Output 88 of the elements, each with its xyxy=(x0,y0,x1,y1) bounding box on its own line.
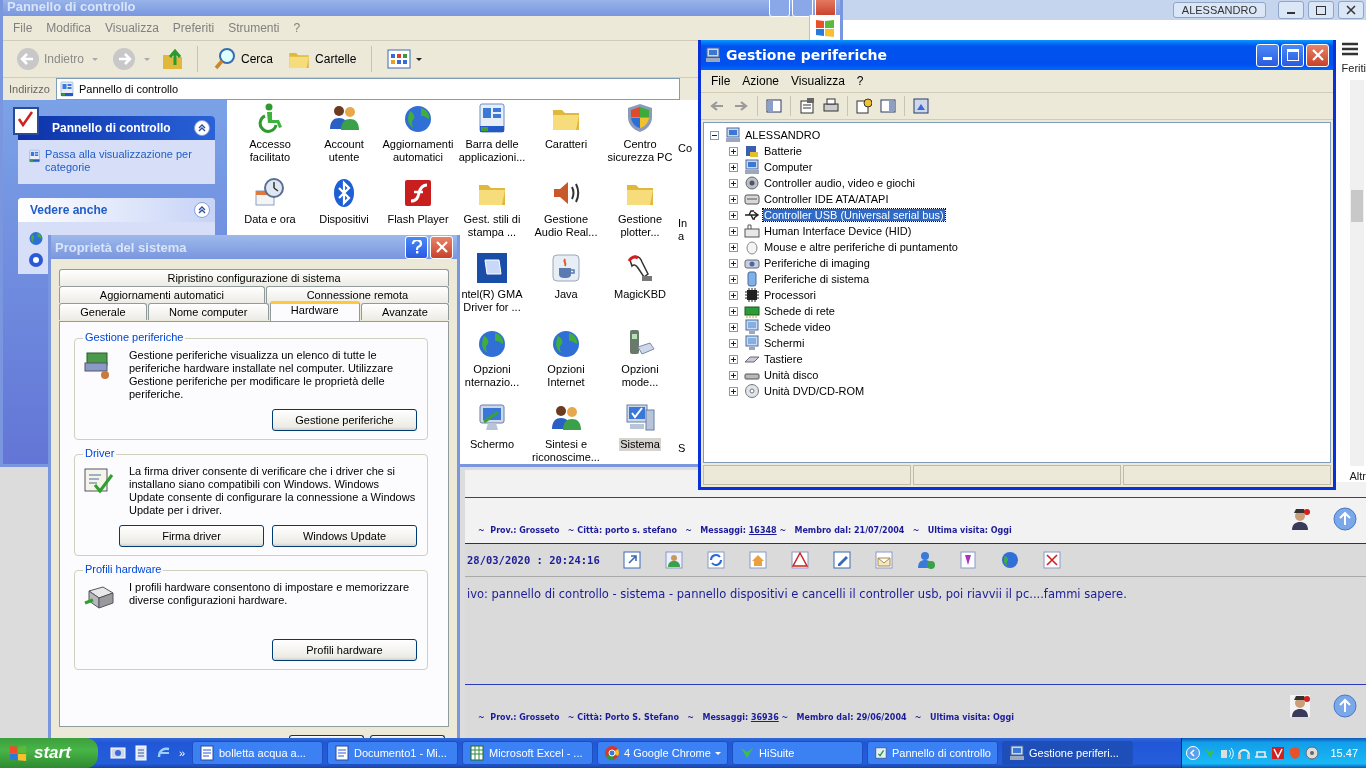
tree-item[interactable]: Tastiere xyxy=(763,353,804,365)
taskbar-button[interactable]: Gestione periferi... xyxy=(1002,741,1133,765)
control-panel-item[interactable]: Aggiornamenti automatici xyxy=(381,138,455,164)
control-panel-item[interactable]: Caratteri xyxy=(543,138,589,151)
tree-item[interactable]: Unità disco xyxy=(763,369,820,381)
clock: 15.47 xyxy=(1330,747,1358,759)
control-panel-item[interactable]: Co xyxy=(677,142,693,155)
group-title: Profili hardware xyxy=(83,563,164,575)
group-title: Driver xyxy=(83,447,117,459)
tab[interactable]: Avanzate xyxy=(360,303,449,320)
user-button[interactable]: ALESSANDRO xyxy=(1172,2,1266,18)
group-description: I profili hardware consentono di impostare e memorizzare diverse configurazioni hardware. xyxy=(129,581,411,608)
control-panel-item[interactable]: Dispositivi xyxy=(318,213,370,226)
tree-item[interactable]: Mouse e altre periferiche di puntamento xyxy=(763,241,959,253)
control-panel-item[interactable]: Account utente xyxy=(307,138,381,164)
control-panel-item[interactable]: Gestione plotter... xyxy=(603,213,677,239)
post-message: ivo: pannello di controllo - sistema - pannello dispositivi e cancelli il controller usb, poi riavvii il pc....fammi sapere. xyxy=(466,586,1128,601)
tab[interactable]: Nome computer xyxy=(147,303,269,320)
tree-item[interactable]: Controller IDE ATA/ATAPI xyxy=(763,193,890,205)
tree-item[interactable]: Periferiche di imaging xyxy=(763,257,871,269)
dialog-button[interactable]: Gestione periferiche xyxy=(272,409,417,431)
control-panel-item[interactable]: Sistema xyxy=(619,438,661,451)
control-panel-item[interactable]: Java xyxy=(553,288,579,301)
task-link[interactable]: Passa alla visualizzazione per categorie xyxy=(45,148,205,174)
control-panel-item[interactable]: Opzioni Internet xyxy=(529,363,603,389)
taskbar-button[interactable]: Documento1 - Mi... xyxy=(327,741,458,765)
group-title: Gestione periferiche xyxy=(83,331,186,343)
group-description: Gestione periferiche visualizza un elenco di tutte le periferiche hardware installate nel computer. Utilizzare Gestione periferiche per modificare le proprietà delle periferiche. xyxy=(129,349,395,401)
taskbar-button[interactable]: Microsoft Excel - ... xyxy=(462,741,593,765)
control-panel-item[interactable]: Schermo xyxy=(469,438,515,451)
dialog-button[interactable]: Windows Update xyxy=(272,525,417,547)
taskbar-button[interactable]: 4 Google Chrome xyxy=(597,741,728,765)
tree-item[interactable]: ALESSANDRO xyxy=(744,129,822,141)
member-info: ~ Prov.: Grosseto ~ Città: porto s. stefano ~ Messaggi: 16348 ~ Membro dal: 21/07/2004 ~ Ultima visita: Oggi xyxy=(478,526,1012,535)
control-panel-item[interactable]: Centro sicurezza PC xyxy=(603,138,677,164)
tree-item[interactable]: Schede di rete xyxy=(763,305,836,317)
control-panel-item[interactable]: S xyxy=(677,442,693,455)
control-panel-item[interactable]: Flash Player xyxy=(386,213,450,226)
control-panel-item[interactable]: MagicKBD xyxy=(613,288,667,301)
tab[interactable]: Aggiornamenti automatici xyxy=(59,286,265,303)
control-panel-item[interactable]: Gest. stili di stampa ... xyxy=(455,213,529,239)
message-count-link[interactable]: 36936 xyxy=(750,713,779,722)
control-panel-item[interactable]: Accesso facilitato xyxy=(233,138,307,164)
folders-button[interactable]: Cartelle xyxy=(284,45,360,73)
menu-item[interactable]: Azione xyxy=(742,74,780,88)
menu-item[interactable]: File xyxy=(711,74,731,88)
dialog-button[interactable]: Profili hardware xyxy=(272,639,417,661)
address-label: Indirizzo xyxy=(9,83,50,95)
side-label: Feriti xyxy=(1341,62,1366,74)
group-description: La firma driver consente di verificare che i driver che si installano siano compatibili con Windows. Windows Update consente di configurare la connessione a Windows Update per i driver. xyxy=(129,465,417,517)
taskbar-button[interactable]: bolletta acqua a... xyxy=(192,741,323,765)
tree-item[interactable]: Human Interface Device (HID) xyxy=(763,225,913,237)
tree-item[interactable]: Schede video xyxy=(763,321,832,333)
tree-item[interactable]: Controller USB (Universal serial bus) xyxy=(763,209,945,221)
search-button[interactable]: Cerca xyxy=(210,45,277,73)
tree-item[interactable]: Computer xyxy=(763,161,814,173)
member-info: ~ Prov.: Grosseto ~ Città: Porto S. Stefano ~ Messaggi: 36936 ~ Membro dal: 29/06/2004 ~ Ultima visita: Oggi xyxy=(478,713,1014,722)
tab[interactable]: Connessione remota xyxy=(265,286,449,303)
window-title: Gestione periferiche xyxy=(726,47,888,63)
tree-item[interactable]: Unità DVD/CD-ROM xyxy=(763,385,866,397)
tree-item[interactable]: Periferiche di sistema xyxy=(763,273,871,285)
address-field[interactable]: Pannello di controllo xyxy=(55,78,680,100)
message-count-link[interactable]: 16348 xyxy=(748,526,777,535)
tree-item[interactable]: Controller audio, video e giochi xyxy=(763,177,917,189)
taskbar-button[interactable]: HiSuite xyxy=(732,741,863,765)
dialog-button[interactable]: Firma driver xyxy=(119,525,264,547)
control-panel-item[interactable]: Sintesi e riconoscime... xyxy=(529,438,603,464)
tree-item[interactable]: Schermi xyxy=(763,337,806,349)
tree-item[interactable]: Batterie xyxy=(763,145,803,157)
dialog-title: Proprietà del sistema xyxy=(55,239,187,255)
control-panel-item[interactable]: Gestione Audio Real... xyxy=(529,213,603,239)
menu-item[interactable]: Visualizza xyxy=(791,74,845,88)
control-panel-item[interactable]: Opzioni mode... xyxy=(603,363,677,389)
task-panel-header[interactable]: Pannello di controllo xyxy=(18,116,215,140)
tab[interactable]: Ripristino configurazione di sistema xyxy=(59,269,449,286)
more-button[interactable]: » xyxy=(179,747,186,759)
tree-item[interactable]: Processori xyxy=(763,289,817,301)
menu-item[interactable]: ? xyxy=(856,74,864,88)
side-label: Altr xyxy=(1349,470,1366,482)
control-panel-item[interactable]: Barra delle applicazioni... xyxy=(455,138,529,164)
task-panel-header[interactable]: Vedere anche xyxy=(18,198,215,222)
control-panel-item[interactable]: Data e ora xyxy=(243,213,297,226)
tab[interactable]: Generale xyxy=(59,303,147,320)
post-date: 28/03/2020 : 20:24:16 xyxy=(467,554,600,566)
control-panel-item[interactable]: In a xyxy=(677,217,693,243)
tab[interactable]: Hardware xyxy=(269,301,360,321)
window-title: Pannello di controllo xyxy=(7,0,136,14)
taskbar-button[interactable]: Pannello di controllo xyxy=(867,741,998,765)
